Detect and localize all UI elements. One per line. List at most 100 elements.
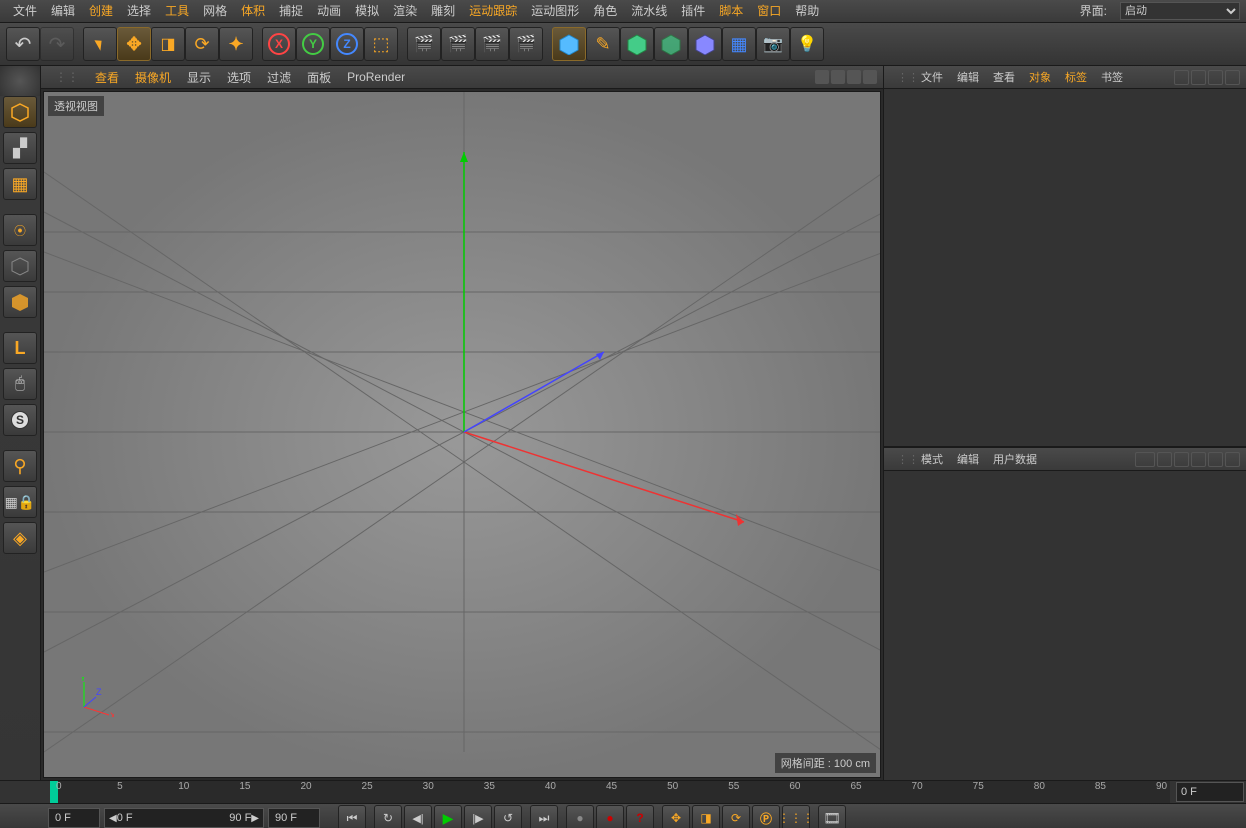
last-tool[interactable]: ✦ [219, 27, 253, 61]
home2-icon[interactable] [1191, 452, 1206, 467]
vp-maximize-icon[interactable] [863, 70, 877, 84]
key-rot-button[interactable]: ⟳ [722, 805, 750, 828]
record-button[interactable]: ● [566, 805, 594, 828]
search-icon[interactable] [1174, 70, 1189, 85]
scale-tool[interactable]: ◨ [151, 27, 185, 61]
menu-motiontrack[interactable]: 运动跟踪 [462, 0, 524, 22]
add-primitive-button[interactable] [552, 27, 586, 61]
locked-workplane-button[interactable]: ▦🔒 [3, 486, 37, 518]
menu-tools[interactable]: 工具 [158, 0, 196, 22]
lock-icon[interactable] [1208, 452, 1223, 467]
add-deformer-button[interactable] [654, 27, 688, 61]
vp-menu-display[interactable]: 显示 [179, 69, 219, 86]
menu-character[interactable]: 角色 [586, 0, 624, 22]
menu-snap[interactable]: 捕捉 [272, 0, 310, 22]
render-settings-button[interactable]: 🎬 [475, 27, 509, 61]
loop-button[interactable]: ↻ [374, 805, 402, 828]
menu-sim[interactable]: 模拟 [348, 0, 386, 22]
back-icon[interactable] [1135, 452, 1155, 467]
workplane-mode-button[interactable]: ▦ [3, 168, 37, 200]
axis-y-button[interactable]: Y [296, 27, 330, 61]
menu-sculpt[interactable]: 雕刻 [424, 0, 462, 22]
add-light-button[interactable]: 💡 [790, 27, 824, 61]
texture-mode-button[interactable]: ▞ [3, 132, 37, 164]
edge-mode-button[interactable] [3, 250, 37, 282]
key-options-button[interactable]: ? [626, 805, 654, 828]
add-environment-button[interactable] [688, 27, 722, 61]
om-menu-view[interactable]: 查看 [986, 69, 1022, 85]
am-menu-edit[interactable]: 编辑 [950, 451, 986, 467]
om-menu-bookmarks[interactable]: 书签 [1094, 69, 1130, 85]
model-mode-button[interactable] [3, 96, 37, 128]
key-all-button[interactable]: ⋮⋮⋮ [782, 805, 810, 828]
vp-orbit-icon[interactable] [847, 70, 861, 84]
key-scale-button[interactable]: ◨ [692, 805, 720, 828]
om-menu-edit[interactable]: 编辑 [950, 69, 986, 85]
drag-handle-icon[interactable]: ⋮⋮ [890, 453, 914, 466]
range-start-field[interactable] [48, 808, 100, 828]
add-camera-button[interactable]: 📷 [756, 27, 790, 61]
object-manager-body[interactable] [884, 89, 1246, 446]
play-button[interactable]: ▶ [434, 805, 462, 828]
search2-icon[interactable] [1174, 452, 1189, 467]
prev-frame-button[interactable]: ◀| [404, 805, 432, 828]
3d-viewport[interactable]: 透视视图 网格间距 : 100 cm Y X Z [43, 91, 881, 778]
attribute-manager-body[interactable] [884, 471, 1246, 780]
am-menu-userdata[interactable]: 用户数据 [986, 451, 1044, 467]
move-tool[interactable]: ✥ [117, 27, 151, 61]
axis-z-button[interactable]: Z [330, 27, 364, 61]
menu-volume[interactable]: 体积 [234, 0, 272, 22]
menu-pipeline[interactable]: 流水线 [624, 0, 674, 22]
drag-handle-icon[interactable]: ⋮⋮ [47, 70, 87, 84]
polygon-mode-button[interactable] [3, 286, 37, 318]
menu-mograph[interactable]: 运动图形 [524, 0, 586, 22]
popout2-icon[interactable] [1225, 452, 1240, 467]
add-generator-button[interactable] [620, 27, 654, 61]
range-end-field[interactable] [268, 808, 320, 828]
axis-x-button[interactable]: X [262, 27, 296, 61]
menu-plugins[interactable]: 插件 [674, 0, 712, 22]
vp-menu-options[interactable]: 选项 [219, 69, 259, 86]
vp-menu-camera[interactable]: 摄像机 [127, 69, 179, 86]
rotate-tool[interactable]: ⟳ [185, 27, 219, 61]
layout-dropdown[interactable]: 启动 [1120, 2, 1240, 20]
loop-back-button[interactable]: ↺ [494, 805, 522, 828]
vp-menu-view[interactable]: 查看 [87, 69, 127, 86]
vp-menu-prorender[interactable]: ProRender [339, 70, 413, 84]
magnet-button[interactable]: ⚲ [3, 450, 37, 482]
popout-icon[interactable] [1225, 70, 1240, 85]
snap-mode-button[interactable]: S [3, 404, 37, 436]
next-frame-button[interactable]: |▶ [464, 805, 492, 828]
timeline-current-field[interactable] [1176, 782, 1244, 802]
om-menu-tags[interactable]: 标签 [1058, 69, 1094, 85]
live-select-tool[interactable] [83, 27, 117, 61]
menu-edit[interactable]: 编辑 [44, 0, 82, 22]
drag-handle-icon[interactable]: ⋮⋮ [890, 71, 914, 84]
home-icon[interactable] [1191, 70, 1206, 85]
menu-render[interactable]: 渲染 [386, 0, 424, 22]
menu-help[interactable]: 帮助 [788, 0, 826, 22]
expand-icon[interactable] [1208, 70, 1223, 85]
om-menu-file[interactable]: 文件 [914, 69, 950, 85]
menu-script[interactable]: 脚本 [712, 0, 750, 22]
key-pos-button[interactable]: ✥ [662, 805, 690, 828]
vp-pan-icon[interactable] [815, 70, 829, 84]
goto-end-button[interactable]: ⏭ [530, 805, 558, 828]
menu-select[interactable]: 选择 [120, 0, 158, 22]
marker-button[interactable]: 🎞 [818, 805, 846, 828]
undo-button[interactable]: ↶ [6, 27, 40, 61]
key-param-button[interactable]: Ⓟ [752, 805, 780, 828]
menu-mesh[interactable]: 网格 [196, 0, 234, 22]
render-picture-button[interactable]: 🎬 [441, 27, 475, 61]
render-queue-button[interactable]: 🎬 [509, 27, 543, 61]
menu-window[interactable]: 窗口 [750, 0, 788, 22]
vp-menu-filter[interactable]: 过滤 [259, 69, 299, 86]
am-menu-mode[interactable]: 模式 [914, 451, 950, 467]
om-menu-objects[interactable]: 对象 [1022, 69, 1058, 85]
goto-start-button[interactable]: ⏮ [338, 805, 366, 828]
autokey-button[interactable]: ● [596, 805, 624, 828]
axis-mode-button[interactable]: L [3, 332, 37, 364]
planar-workplane-button[interactable]: ◈ [3, 522, 37, 554]
render-view-button[interactable]: 🎬 [407, 27, 441, 61]
coord-system-button[interactable]: ⬚ [364, 27, 398, 61]
